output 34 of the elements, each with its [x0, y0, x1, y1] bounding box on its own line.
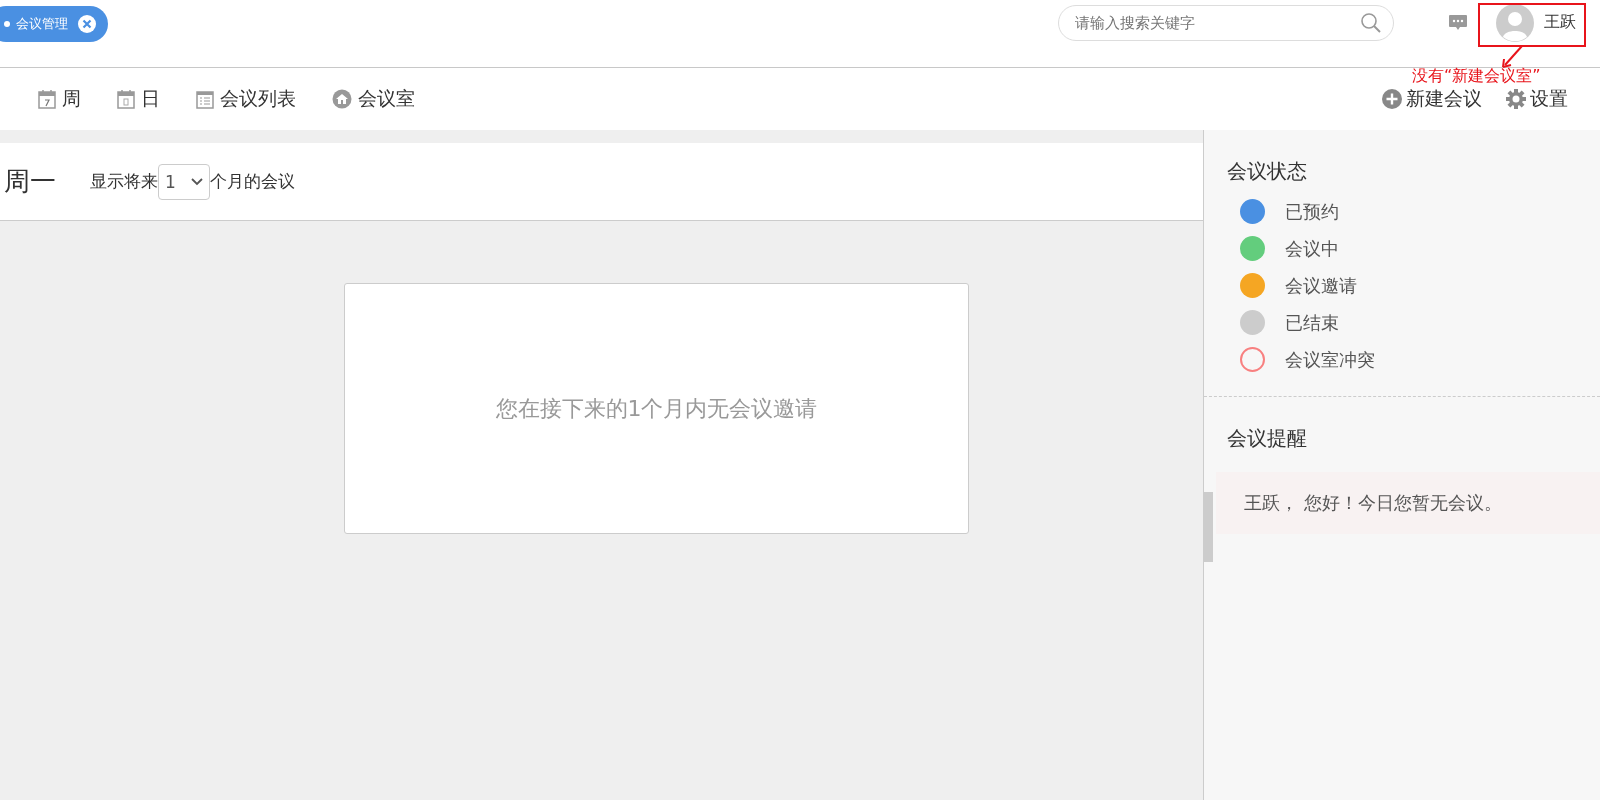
view-tab[interactable]: 会议列表: [196, 86, 296, 112]
user-name[interactable]: 王跃: [1544, 12, 1576, 33]
house-icon: [332, 89, 352, 109]
settings-button[interactable]: 设置: [1506, 86, 1568, 112]
view-tab[interactable]: 日: [117, 86, 160, 112]
months-select[interactable]: 1: [158, 163, 210, 200]
reminder-message: 王跃， 您好！今日您暂无会议。: [1244, 491, 1502, 515]
section-title: 会议提醒: [1226, 425, 1308, 452]
plus-icon: [1382, 89, 1402, 109]
view-tab[interactable]: 周: [38, 86, 81, 112]
section-title: 会议状态: [1226, 158, 1308, 185]
gear-icon: [1506, 89, 1526, 109]
status-label: 已结束: [1285, 310, 1339, 335]
status-label: 会议中: [1285, 236, 1339, 261]
filter-label: 显示将来: [90, 170, 158, 193]
collapse-handle[interactable]: [1204, 492, 1213, 562]
chevron-down-icon: [191, 177, 203, 186]
list-icon: [196, 89, 214, 109]
status-label: 已预约: [1285, 199, 1339, 224]
empty-message: 您在接下来的1个月内无会议邀请: [495, 394, 818, 423]
new-meeting-button[interactable]: 新建会议: [1382, 86, 1482, 112]
avatar-icon[interactable]: [1496, 3, 1534, 42]
filter-label: 个月的会议: [210, 170, 295, 193]
search-field[interactable]: 请输入搜索关键字: [1058, 4, 1394, 41]
calendar-icon: [38, 89, 56, 109]
chat-bubble-icon[interactable]: [1448, 13, 1468, 32]
search-icon[interactable]: [1360, 11, 1382, 34]
weekday-label: 周一: [4, 165, 56, 198]
annotation-text: 没有“新建会议室”: [1412, 66, 1541, 87]
status-label: 会议室冲突: [1285, 347, 1375, 372]
status-label: 会议邀请: [1285, 273, 1357, 298]
close-icon[interactable]: [78, 15, 96, 33]
view-tab[interactable]: 会议室: [332, 86, 415, 112]
calendar-icon: [117, 89, 135, 109]
